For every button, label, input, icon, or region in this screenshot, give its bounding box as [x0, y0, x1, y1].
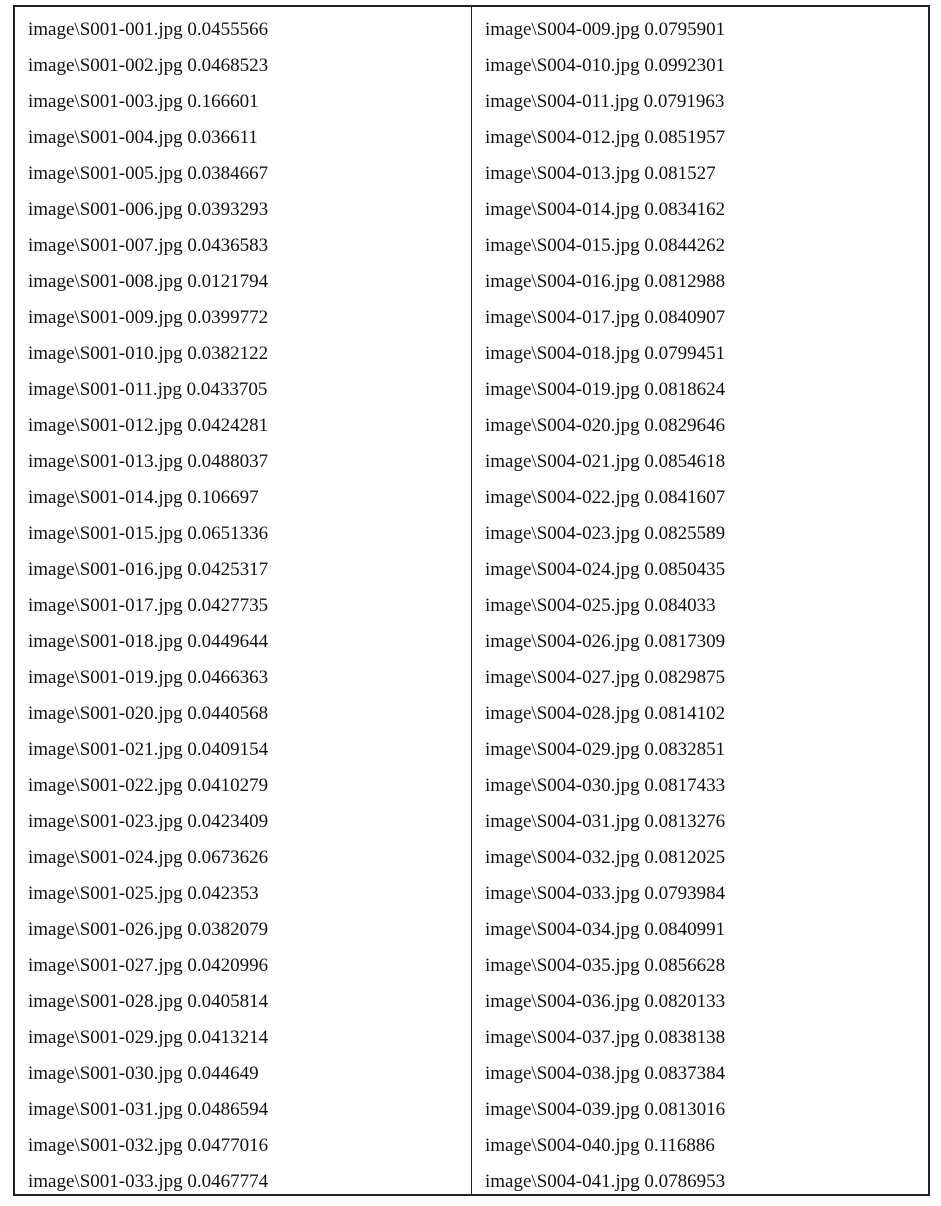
- table-row: image\S004-025.jpg 0.084033: [485, 595, 716, 616]
- table-row: image\S004-019.jpg 0.0818624: [485, 379, 726, 400]
- table-row: image\S004-016.jpg 0.0812988: [485, 271, 726, 292]
- table-row: image\S001-005.jpg 0.0384667: [28, 163, 269, 184]
- table-row: image\S001-032.jpg 0.0477016: [28, 1135, 269, 1156]
- table-row: image\S004-038.jpg 0.0837384: [485, 1063, 726, 1084]
- table-row: image\S001-025.jpg 0.042353: [28, 883, 259, 904]
- table-row: image\S001-017.jpg 0.0427735: [28, 595, 269, 616]
- table-row: image\S004-031.jpg 0.0813276: [485, 811, 726, 832]
- table-row: image\S001-012.jpg 0.0424281: [28, 415, 269, 436]
- table-row: image\S001-018.jpg 0.0449644: [28, 631, 269, 652]
- table-row: image\S004-033.jpg 0.0793984: [485, 883, 726, 904]
- table-row: image\S004-009.jpg 0.0795901: [485, 19, 726, 40]
- table-row: image\S001-014.jpg 0.106697: [28, 487, 259, 508]
- right-column: image\S004-009.jpg 0.0795901 image\S004-0…: [472, 7, 928, 1194]
- table-row: image\S004-015.jpg 0.0844262: [485, 235, 726, 256]
- table-row: image\S004-012.jpg 0.0851957: [485, 127, 726, 148]
- table-row: image\S004-020.jpg 0.0829646: [485, 415, 726, 436]
- table-row: image\S004-041.jpg 0.0786953: [485, 1171, 726, 1192]
- table-row: image\S004-034.jpg 0.0840991: [485, 919, 726, 940]
- table-row: image\S001-006.jpg 0.0393293: [28, 199, 269, 220]
- table-row: image\S004-017.jpg 0.0840907: [485, 307, 726, 328]
- table-row: image\S004-014.jpg 0.0834162: [485, 199, 726, 220]
- table-row: image\S004-030.jpg 0.0817433: [485, 775, 726, 796]
- table-row: image\S001-021.jpg 0.0409154: [28, 739, 269, 760]
- table-row: image\S004-023.jpg 0.0825589: [485, 523, 726, 544]
- table-row: image\S004-032.jpg 0.0812025: [485, 847, 726, 868]
- table-row: image\S001-030.jpg 0.044649: [28, 1063, 259, 1084]
- table-row: image\S001-024.jpg 0.0673626: [28, 847, 269, 868]
- table-row: image\S001-028.jpg 0.0405814: [28, 991, 269, 1012]
- table-row: image\S001-004.jpg 0.036611: [28, 127, 258, 148]
- table-row: image\S001-016.jpg 0.0425317: [28, 559, 269, 580]
- table-row: image\S004-011.jpg 0.0791963: [485, 91, 725, 112]
- table-row: image\S001-002.jpg 0.0468523: [28, 55, 269, 76]
- table-row: image\S004-029.jpg 0.0832851: [485, 739, 726, 760]
- table-row: image\S004-013.jpg 0.081527: [485, 163, 716, 184]
- table-row: image\S004-040.jpg 0.116886: [485, 1135, 715, 1156]
- results-table: image\S001-001.jpg 0.0455566 image\S001-0…: [13, 5, 930, 1196]
- table-row: image\S001-008.jpg 0.0121794: [28, 271, 269, 292]
- table-row: image\S004-037.jpg 0.0838138: [485, 1027, 726, 1048]
- table-row: image\S004-022.jpg 0.0841607: [485, 487, 726, 508]
- left-column: image\S001-001.jpg 0.0455566 image\S001-0…: [15, 7, 472, 1194]
- table-row: image\S004-018.jpg 0.0799451: [485, 343, 726, 364]
- table-row: image\S001-027.jpg 0.0420996: [28, 955, 269, 976]
- table-row: image\S001-022.jpg 0.0410279: [28, 775, 269, 796]
- table-row: image\S001-011.jpg 0.0433705: [28, 379, 268, 400]
- table-row: image\S001-015.jpg 0.0651336: [28, 523, 269, 544]
- table-row: image\S001-001.jpg 0.0455566: [28, 19, 269, 40]
- table-row: image\S001-003.jpg 0.166601: [28, 91, 259, 112]
- table-row: image\S001-020.jpg 0.0440568: [28, 703, 269, 724]
- table-row: image\S004-028.jpg 0.0814102: [485, 703, 726, 724]
- table-row: image\S001-029.jpg 0.0413214: [28, 1027, 269, 1048]
- table-row: image\S001-026.jpg 0.0382079: [28, 919, 269, 940]
- table-row: image\S004-024.jpg 0.0850435: [485, 559, 726, 580]
- table-row: image\S004-010.jpg 0.0992301: [485, 55, 726, 76]
- table-row: image\S001-007.jpg 0.0436583: [28, 235, 269, 256]
- table-row: image\S001-009.jpg 0.0399772: [28, 307, 269, 328]
- table-row: image\S001-013.jpg 0.0488037: [28, 451, 269, 472]
- table-row: image\S001-010.jpg 0.0382122: [28, 343, 269, 364]
- table-row: image\S001-031.jpg 0.0486594: [28, 1099, 269, 1120]
- table-row: image\S004-027.jpg 0.0829875: [485, 667, 726, 688]
- table-row: image\S004-021.jpg 0.0854618: [485, 451, 726, 472]
- table-row: image\S001-019.jpg 0.0466363: [28, 667, 269, 688]
- table-row: image\S001-023.jpg 0.0423409: [28, 811, 269, 832]
- table-row: image\S004-036.jpg 0.0820133: [485, 991, 726, 1012]
- table-row: image\S004-035.jpg 0.0856628: [485, 955, 726, 976]
- table-row: image\S001-033.jpg 0.0467774: [28, 1171, 269, 1192]
- table-row: image\S004-039.jpg 0.0813016: [485, 1099, 726, 1120]
- table-row: image\S004-026.jpg 0.0817309: [485, 631, 726, 652]
